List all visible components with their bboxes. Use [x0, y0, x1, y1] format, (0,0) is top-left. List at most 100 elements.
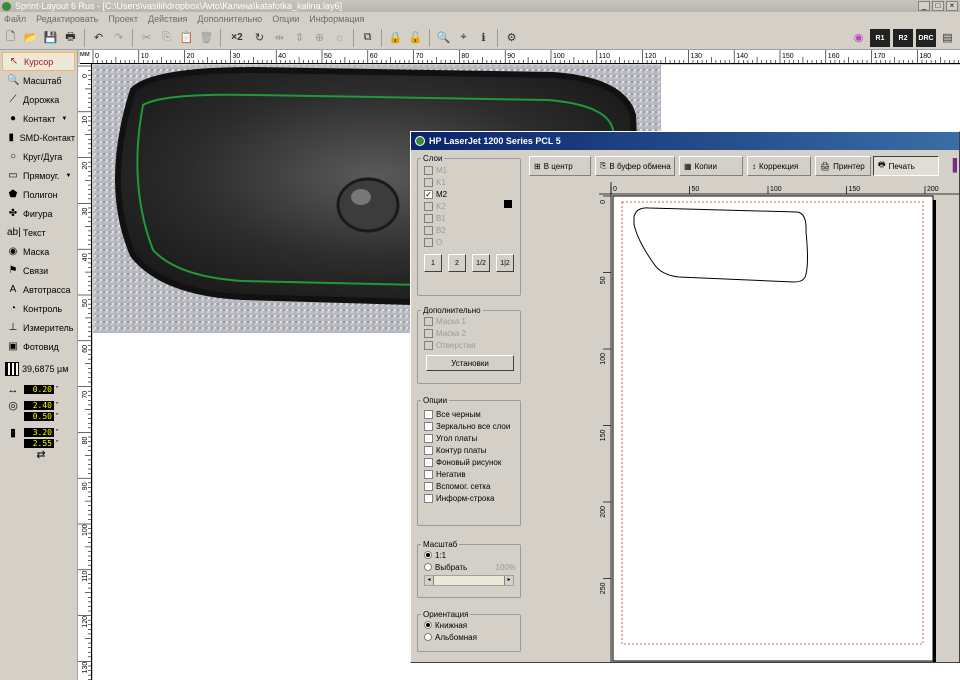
- option-checkbox[interactable]: Зеркально все слои: [418, 420, 520, 432]
- portrait-radio[interactable]: Книжная: [418, 619, 520, 631]
- lock-icon[interactable]: 🔒: [387, 29, 404, 46]
- menu-edit[interactable]: Редактировать: [36, 14, 98, 24]
- tool-photoview[interactable]: ▣ Фотовид: [2, 337, 75, 356]
- layer-checkbox[interactable]: B1: [418, 212, 520, 224]
- rotate-icon[interactable]: ↻: [251, 29, 268, 46]
- dialog-tool-copies[interactable]: ▦ Копии: [679, 156, 743, 176]
- paste-icon[interactable]: 📋: [178, 29, 195, 46]
- menu-extras[interactable]: Дополнительно: [197, 14, 262, 24]
- menu-options[interactable]: Опции: [272, 14, 299, 24]
- menu-project[interactable]: Проект: [108, 14, 138, 24]
- pad-outer-value[interactable]: 2.40: [24, 401, 54, 410]
- option-checkbox[interactable]: Угол платы: [418, 432, 520, 444]
- group-icon[interactable]: ☼: [331, 29, 348, 46]
- tool-test[interactable]: ◔ Контроль: [2, 299, 75, 318]
- scale-custom-radio[interactable]: Выбрать 100%: [418, 561, 520, 573]
- print-toolbar-icon[interactable]: 🖶: [62, 29, 79, 46]
- drc-button[interactable]: DRC: [916, 29, 936, 47]
- dialog-tool-printer-setup[interactable]: 🖨 Принтер: [815, 156, 871, 176]
- tool-connections[interactable]: ⚑ Связи: [2, 261, 75, 280]
- tool-shape[interactable]: ✤ Фигура: [2, 204, 75, 223]
- layer-color-swatch[interactable]: [504, 200, 512, 208]
- mirror-h-icon[interactable]: ⇹: [271, 29, 288, 46]
- close-button[interactable]: ×: [946, 1, 958, 11]
- tool-cursor[interactable]: ↖ Курсор: [2, 52, 75, 71]
- r1-button[interactable]: R1: [870, 29, 890, 47]
- pad-inner-value[interactable]: 0.50: [24, 412, 54, 421]
- layer-checkbox[interactable]: K1: [418, 176, 520, 188]
- slider-right-arrow-icon[interactable]: ▸: [504, 576, 513, 585]
- layer-stack-icon[interactable]: ▤: [939, 29, 956, 46]
- landscape-radio[interactable]: Альбомная: [418, 631, 520, 643]
- layer-checkbox[interactable]: B2: [418, 224, 520, 236]
- dropdown-arrow-icon[interactable]: ▼: [66, 173, 72, 179]
- unlock-icon[interactable]: 🔓: [407, 29, 424, 46]
- dialog-tool-correction[interactable]: ↕ Коррекция: [747, 156, 811, 176]
- print-preview[interactable]: 0 50 100 150 200 0 50 100 150 200 250: [529, 182, 959, 662]
- tool-track[interactable]: ⟋ Дорожка: [2, 90, 75, 109]
- swap-icon[interactable]: ⇄: [32, 448, 50, 461]
- save-icon[interactable]: 💾: [42, 29, 59, 46]
- zoom-toolbar-icon[interactable]: 🔍: [435, 29, 452, 46]
- pad-inner-row[interactable]: 0.50 ": [0, 411, 77, 422]
- dialog-tool-print[interactable]: 🖶 Печать: [873, 156, 939, 176]
- scale-slider[interactable]: ◂ ▸: [424, 575, 514, 586]
- mirror-v-icon[interactable]: ⇕: [291, 29, 308, 46]
- minimize-button[interactable]: _: [918, 1, 930, 11]
- close-preview-icon[interactable]: ▐: [948, 158, 957, 172]
- extra-checkbox[interactable]: Отверстия: [418, 339, 520, 351]
- properties-icon[interactable]: ⧉: [359, 29, 376, 46]
- maximize-button[interactable]: □: [932, 1, 944, 11]
- dropdown-arrow-icon[interactable]: ▼: [61, 116, 67, 122]
- option-checkbox[interactable]: Вспомог. сетка: [418, 480, 520, 492]
- settings-gear-icon[interactable]: ⚙: [503, 29, 520, 46]
- layer-checkbox[interactable]: ✓ M2: [418, 188, 520, 200]
- scale-1to1-radio[interactable]: 1:1: [418, 549, 520, 561]
- align-icon[interactable]: ⊕: [311, 29, 328, 46]
- option-checkbox[interactable]: Информ-строка: [418, 492, 520, 504]
- snap-icon[interactable]: ⌖: [455, 29, 472, 46]
- track-width-value[interactable]: 0.20: [24, 385, 54, 394]
- option-checkbox[interactable]: Все черным: [418, 408, 520, 420]
- menu-actions[interactable]: Действия: [148, 14, 187, 24]
- pad-outer-row[interactable]: ◎ 2.40 ": [0, 400, 77, 412]
- extra-checkbox[interactable]: Маска 2: [418, 327, 520, 339]
- tool-circle[interactable]: ○ Круг/Дуга: [2, 147, 75, 166]
- undo-icon[interactable]: ↶: [90, 29, 107, 46]
- tool-pad[interactable]: ● Контакт ▼: [2, 109, 75, 128]
- option-checkbox[interactable]: Фоновый рисунок: [418, 456, 520, 468]
- layer-view-12-button[interactable]: 1/2: [472, 254, 490, 272]
- menu-file[interactable]: Файл: [4, 14, 26, 24]
- extra-checkbox[interactable]: Маска 1: [418, 315, 520, 327]
- tool-rectangle[interactable]: ▭ Прямоуг. ▼: [2, 166, 75, 185]
- smd-height-value[interactable]: 2.55: [24, 439, 54, 448]
- menu-info[interactable]: Информация: [309, 14, 364, 24]
- tool-autoroute[interactable]: A Автотрасса: [2, 280, 75, 299]
- swap-row[interactable]: ⇄: [0, 448, 77, 461]
- slider-left-arrow-icon[interactable]: ◂: [425, 576, 434, 585]
- duplicate-button[interactable]: ×2: [226, 29, 248, 46]
- copy-icon[interactable]: ⎘: [158, 29, 175, 46]
- tool-zoom[interactable]: 🔍 Масштаб: [2, 71, 75, 90]
- dialog-title-bar[interactable]: HP LaserJet 1200 Series PCL 5: [411, 132, 959, 150]
- layer-view-1-button[interactable]: 1: [424, 254, 442, 272]
- dialog-tool-clipboard[interactable]: ⎘ В буфер обмена: [595, 156, 675, 176]
- open-folder-icon[interactable]: 📂: [22, 29, 39, 46]
- delete-icon[interactable]: 🗑: [198, 29, 215, 46]
- tool-mask[interactable]: ◉ Маска: [2, 242, 75, 261]
- redo-icon[interactable]: ↷: [110, 29, 127, 46]
- tool-text[interactable]: ab| Текст: [2, 223, 75, 242]
- dialog-tool-center[interactable]: ⊞ В центр: [529, 156, 591, 176]
- tool-measure[interactable]: ⊥ Измеритель: [2, 318, 75, 337]
- layer-view-2-button[interactable]: 2: [448, 254, 466, 272]
- tool-smd-pad[interactable]: ▮ SMD-Контакт: [2, 128, 75, 147]
- smd-width-row[interactable]: ▮ 3.20 ": [0, 427, 77, 439]
- new-file-icon[interactable]: 🗋: [2, 29, 19, 46]
- track-width-row[interactable]: ↔ 0.20 ": [0, 384, 77, 396]
- layer-view-side-button[interactable]: 1|2: [496, 254, 514, 272]
- tool-polygon[interactable]: ⬟ Полигон: [2, 185, 75, 204]
- color-circle-icon[interactable]: ◉: [850, 29, 867, 46]
- option-checkbox[interactable]: Контур платы: [418, 444, 520, 456]
- layer-checkbox[interactable]: M1: [418, 164, 520, 176]
- setup-button[interactable]: Установки: [426, 355, 514, 371]
